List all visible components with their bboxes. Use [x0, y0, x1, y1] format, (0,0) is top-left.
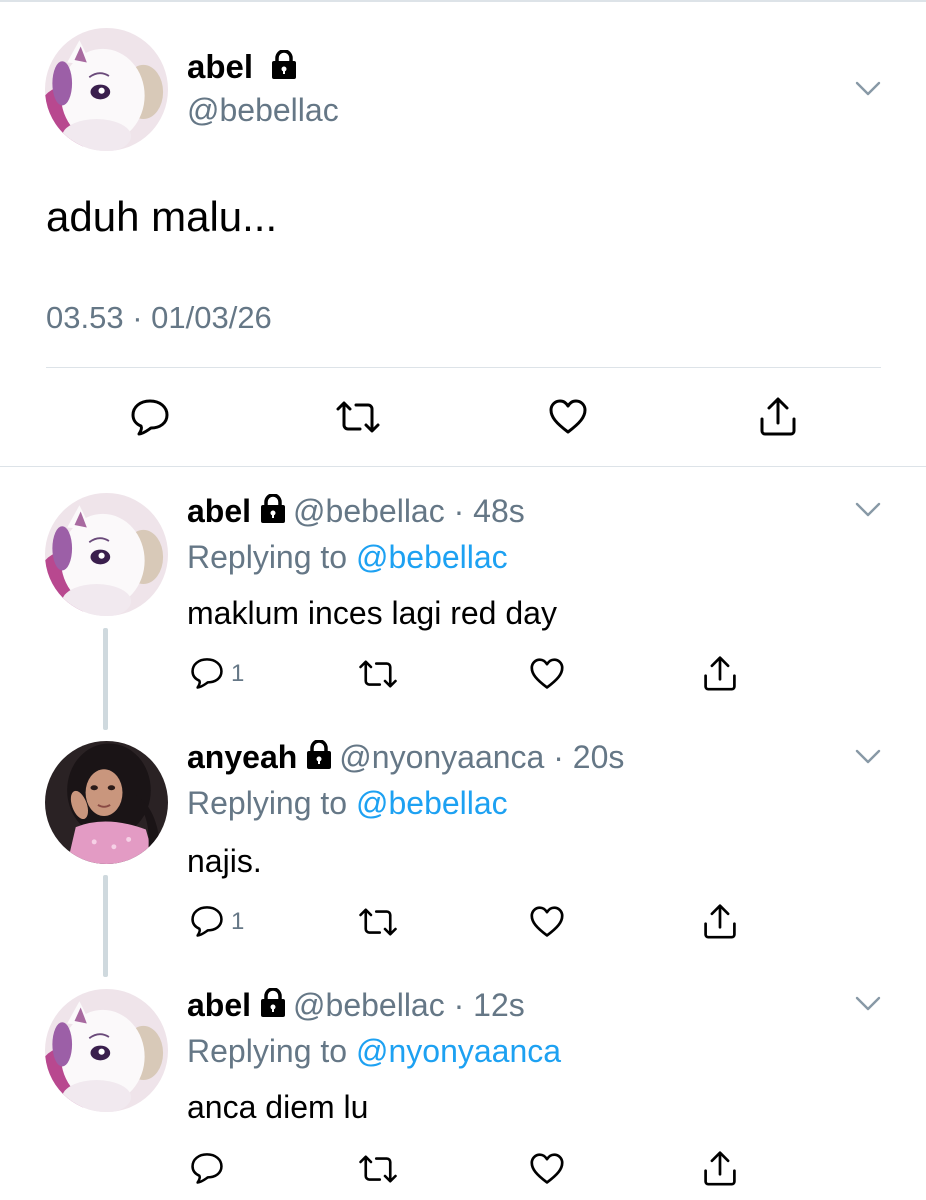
cat-plush-avatar-image — [45, 28, 168, 151]
handle[interactable]: @bebellac — [293, 987, 445, 1023]
display-name-row: abel — [187, 48, 298, 86]
handle[interactable]: @nyonyaanca — [339, 739, 544, 775]
avatar[interactable] — [45, 989, 168, 1112]
like-icon[interactable] — [529, 905, 565, 939]
time-ago[interactable]: 12s — [473, 987, 525, 1023]
display-name[interactable]: anyeah — [187, 739, 297, 775]
chevron-down-icon[interactable] — [855, 749, 881, 765]
display-name[interactable]: abel — [187, 48, 253, 85]
share-icon[interactable] — [758, 395, 798, 437]
like-icon[interactable] — [548, 398, 588, 436]
dot-separator: · — [444, 493, 474, 529]
reply-icon[interactable] — [190, 1151, 224, 1185]
display-name[interactable]: abel — [187, 987, 251, 1023]
reply-icon[interactable] — [190, 904, 224, 938]
chevron-down-icon[interactable] — [855, 996, 881, 1012]
retweet-icon[interactable] — [357, 1153, 399, 1185]
section-divider — [0, 466, 926, 467]
reply-count: 1 — [231, 908, 245, 935]
lock-icon — [259, 494, 287, 524]
reply-count: 1 — [231, 660, 245, 687]
avatar[interactable] — [45, 493, 168, 616]
like-icon[interactable] — [529, 1152, 565, 1186]
chevron-down-icon[interactable] — [855, 81, 881, 97]
timestamp[interactable]: 03.53 · 01/03/26 — [46, 300, 272, 336]
reply-header: abel @bebellac · 12s — [187, 987, 525, 1024]
tweet-text: maklum inces lagi red day — [187, 595, 557, 631]
tweet-text: aduh malu... — [46, 193, 278, 240]
girl-photo-avatar-image — [45, 741, 168, 864]
divider — [46, 367, 881, 368]
avatar[interactable] — [45, 28, 168, 151]
handle[interactable]: @bebellac — [293, 493, 445, 529]
retweet-icon[interactable] — [357, 658, 399, 690]
tweet-text: anca diem lu — [187, 1089, 369, 1125]
display-name[interactable]: abel — [187, 493, 251, 529]
chevron-down-icon[interactable] — [855, 502, 881, 518]
replying-to-line: Replying to @bebellac — [187, 785, 508, 822]
retweet-icon[interactable] — [334, 399, 382, 435]
replying-to-label: Replying to — [187, 785, 348, 821]
time-ago[interactable]: 48s — [473, 493, 525, 529]
avatar[interactable] — [45, 741, 168, 864]
reply-icon[interactable] — [190, 656, 224, 690]
cat-plush-avatar-image — [45, 989, 168, 1112]
replying-to-line: Replying to @nyonyaanca — [187, 1033, 561, 1070]
replying-to-mention[interactable]: @bebellac — [356, 785, 508, 821]
thread-line — [103, 875, 108, 977]
lock-icon — [270, 50, 298, 80]
cat-plush-avatar-image — [45, 493, 168, 616]
reply-header: anyeah @nyonyaanca · 20s — [187, 739, 624, 776]
tweet-text: najis. — [187, 843, 262, 879]
lock-icon — [259, 988, 287, 1018]
lock-icon — [305, 740, 333, 770]
handle[interactable]: @bebellac — [187, 92, 339, 129]
retweet-icon[interactable] — [357, 906, 399, 938]
time-ago[interactable]: 20s — [573, 739, 625, 775]
dot-separator: · — [444, 987, 474, 1023]
replying-to-mention[interactable]: @bebellac — [356, 539, 508, 575]
thread-line — [103, 628, 108, 730]
share-icon[interactable] — [702, 654, 738, 692]
replying-to-line: Replying to @bebellac — [187, 539, 508, 576]
reply-icon[interactable] — [130, 397, 170, 437]
replying-to-label: Replying to — [187, 1033, 348, 1069]
replying-to-label: Replying to — [187, 539, 348, 575]
dot-separator: · — [544, 739, 573, 775]
share-icon[interactable] — [702, 902, 738, 940]
like-icon[interactable] — [529, 657, 565, 691]
share-icon[interactable] — [702, 1149, 738, 1187]
reply-header: abel @bebellac · 48s — [187, 493, 525, 530]
replying-to-mention[interactable]: @nyonyaanca — [356, 1033, 561, 1069]
top-divider — [0, 0, 926, 2]
